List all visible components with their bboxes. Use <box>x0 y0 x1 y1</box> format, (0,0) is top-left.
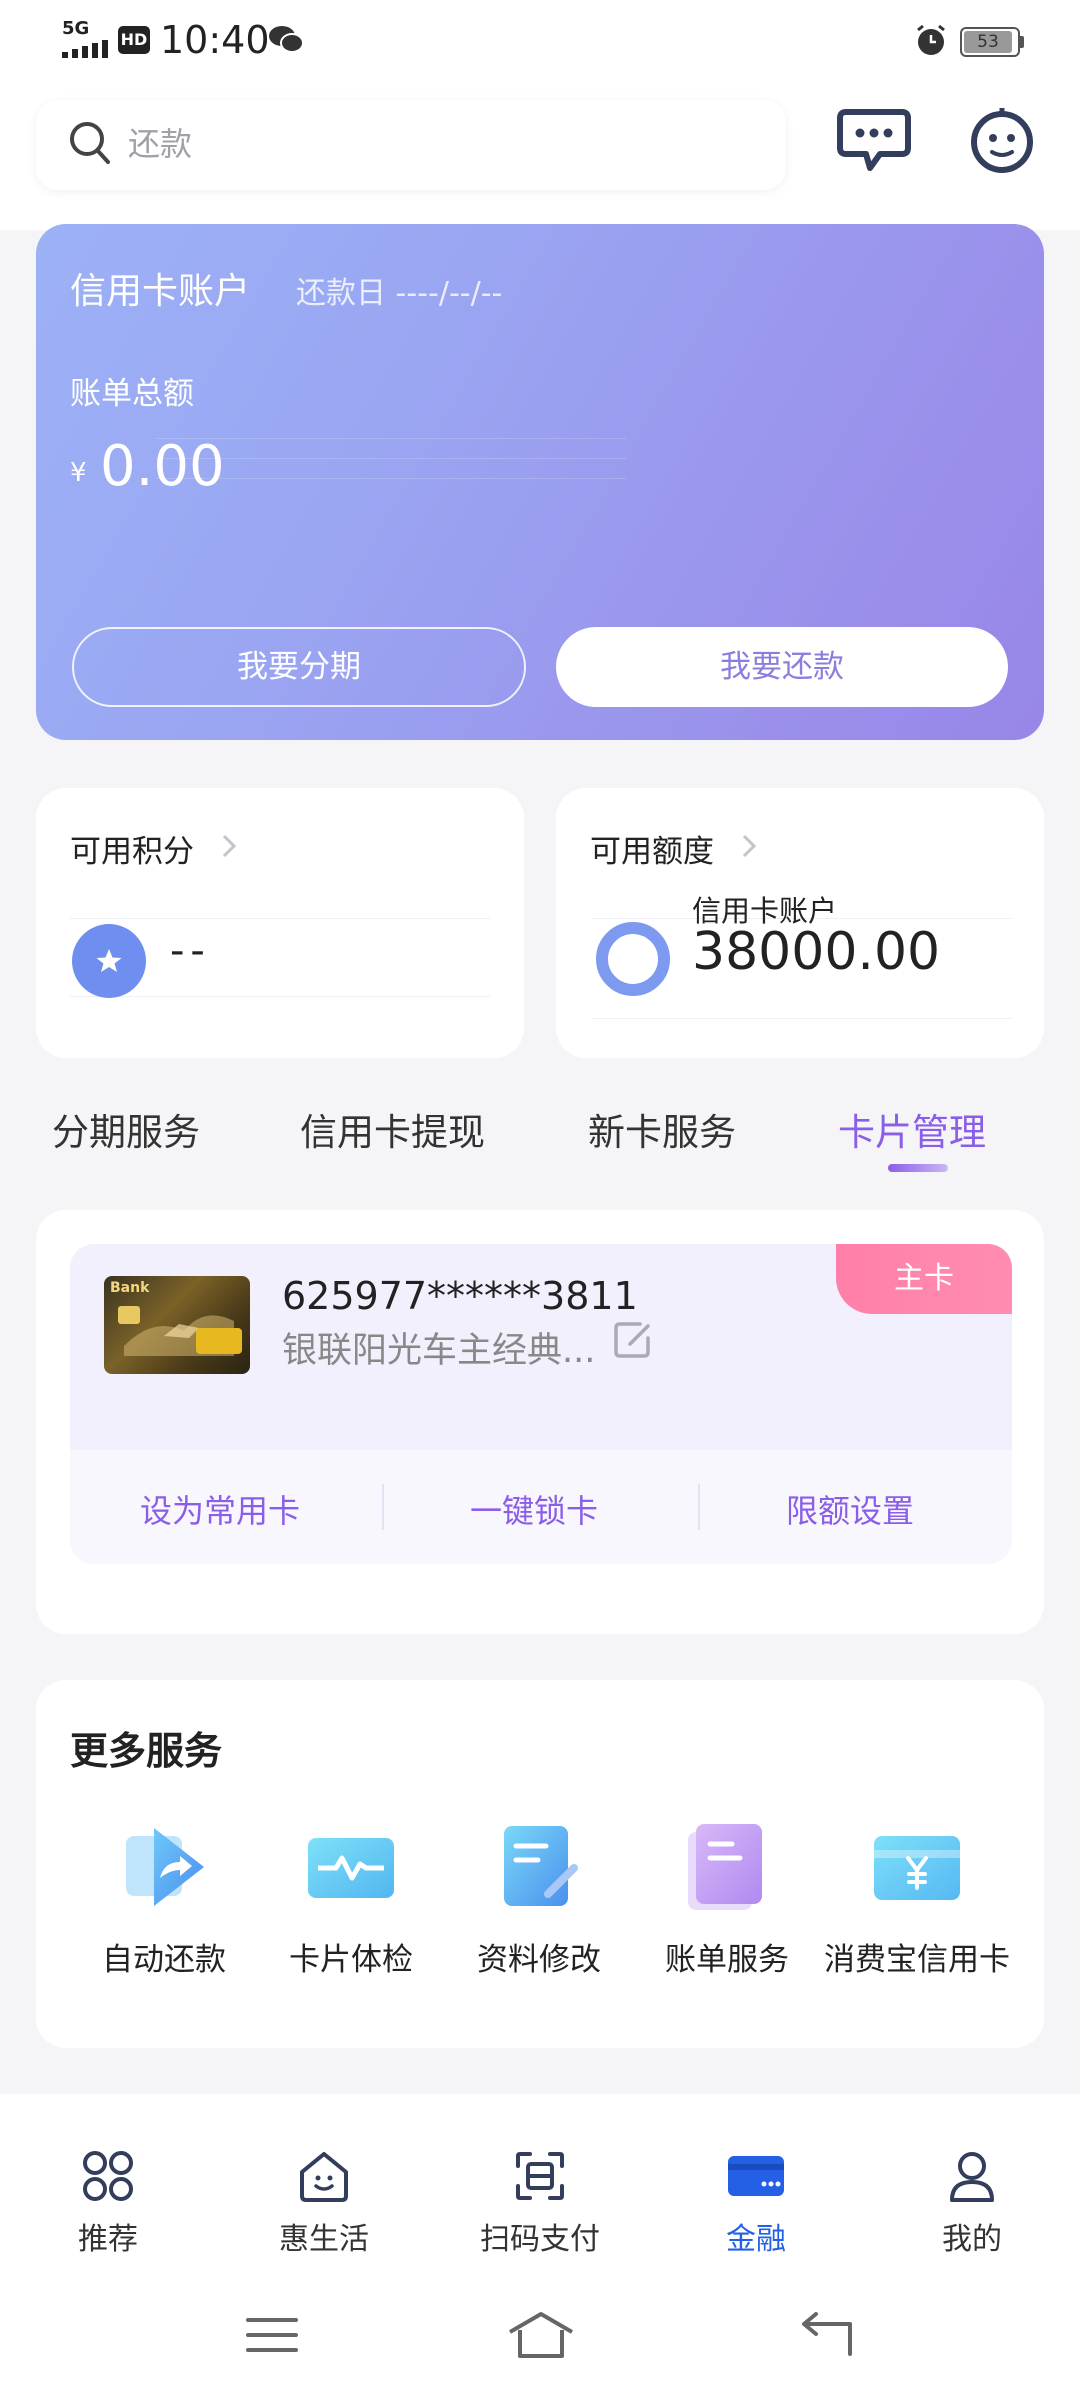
repay-button[interactable]: 我要还款 <box>556 627 1008 707</box>
chevron-right-icon <box>742 834 757 858</box>
hero-decoration <box>156 438 626 439</box>
nav-life[interactable]: 惠生活 <box>244 2214 404 2258</box>
bill-service-icon[interactable] <box>682 1822 772 1912</box>
tab-credit-withdraw[interactable]: 信用卡提现 <box>300 1102 485 1156</box>
hd-badge: HD <box>118 26 150 54</box>
bill-total-amount: 0.00 <box>100 434 225 499</box>
active-tab-indicator <box>888 1164 948 1172</box>
nav-finance[interactable]: 金融 <box>676 2214 836 2258</box>
clock: 10:40 <box>160 18 270 62</box>
service-label: 自动还款 <box>102 1942 226 1978</box>
wechat-icon <box>269 26 304 53</box>
set-default-card-button[interactable]: 设为常用卡 <box>140 1486 300 1532</box>
message-icon[interactable] <box>836 108 912 174</box>
hero-decoration <box>156 458 626 459</box>
customer-service-icon[interactable] <box>968 106 1036 176</box>
service-label: 消费宝信用卡 <box>824 1942 1010 1978</box>
divider <box>70 918 490 919</box>
nav-mine[interactable]: 我的 <box>892 2214 1052 2258</box>
search-placeholder: 还款 <box>128 125 193 163</box>
credit-account-title: 信用卡账户 <box>70 271 251 312</box>
scan-icon[interactable] <box>512 2148 568 2204</box>
star-icon <box>96 949 122 972</box>
limit-ring-icon <box>596 922 670 996</box>
grid-icon[interactable] <box>80 2148 136 2204</box>
limit-settings-button[interactable]: 限额设置 <box>786 1486 914 1532</box>
edit-info-icon[interactable] <box>494 1822 584 1912</box>
card-checkup-icon[interactable] <box>306 1822 396 1912</box>
service-label: 卡片体检 <box>289 1942 413 1978</box>
user-icon[interactable] <box>944 2148 1000 2204</box>
nav-scan-pay[interactable]: 扫码支付 <box>460 2214 620 2258</box>
home-gesture-icon[interactable] <box>506 2310 576 2360</box>
divider <box>592 1018 1012 1019</box>
edit-icon[interactable] <box>610 1318 654 1362</box>
card-image-tag <box>196 1328 242 1354</box>
service-label: 资料修改 <box>477 1942 601 1978</box>
network-indicator: 5G <box>62 18 90 39</box>
battery-level: 53 <box>964 31 1012 53</box>
nav-recommend[interactable]: 推荐 <box>28 2214 188 2258</box>
tab-installment-service[interactable]: 分期服务 <box>52 1102 200 1156</box>
tab-new-card-service[interactable]: 新卡服务 <box>588 1102 736 1156</box>
due-date: 还款日 ----/--/-- <box>296 276 503 311</box>
card-image-label: Bank <box>110 1280 150 1296</box>
points-value: -- <box>170 928 211 974</box>
service-label: 账单服务 <box>665 1942 789 1978</box>
more-services-title: 更多服务 <box>70 1729 223 1773</box>
chevron-right-icon <box>222 834 237 858</box>
hero-decoration <box>156 478 626 479</box>
card-name: 银联阳光车主经典... <box>282 1331 596 1371</box>
tab-card-management[interactable]: 卡片管理 <box>838 1102 986 1156</box>
primary-card-badge: 主卡 <box>836 1244 1012 1314</box>
home-icon[interactable] <box>296 2148 352 2204</box>
bill-total-label: 账单总额 <box>70 376 194 412</box>
card-number: 625977******3811 <box>282 1274 638 1318</box>
signal-icon <box>62 40 108 58</box>
alarm-icon <box>917 24 945 55</box>
limit-value: 38000.00 <box>692 922 941 982</box>
auto-repay-icon[interactable] <box>120 1822 210 1912</box>
lock-card-button[interactable]: 一键锁卡 <box>470 1486 598 1532</box>
chip-icon <box>118 1306 140 1324</box>
installment-button[interactable]: 我要分期 <box>72 627 526 707</box>
divider <box>698 1484 700 1530</box>
divider <box>382 1484 384 1530</box>
battery-tip <box>1020 36 1024 48</box>
back-icon[interactable] <box>796 2310 856 2360</box>
currency-symbol: ¥ <box>70 458 87 488</box>
search-icon <box>70 122 110 164</box>
consume-card-icon[interactable] <box>872 1822 962 1912</box>
card-icon[interactable] <box>728 2148 784 2204</box>
menu-icon[interactable] <box>242 2310 302 2360</box>
points-label: 可用积分 <box>70 834 194 870</box>
limit-label: 可用额度 <box>590 834 714 870</box>
